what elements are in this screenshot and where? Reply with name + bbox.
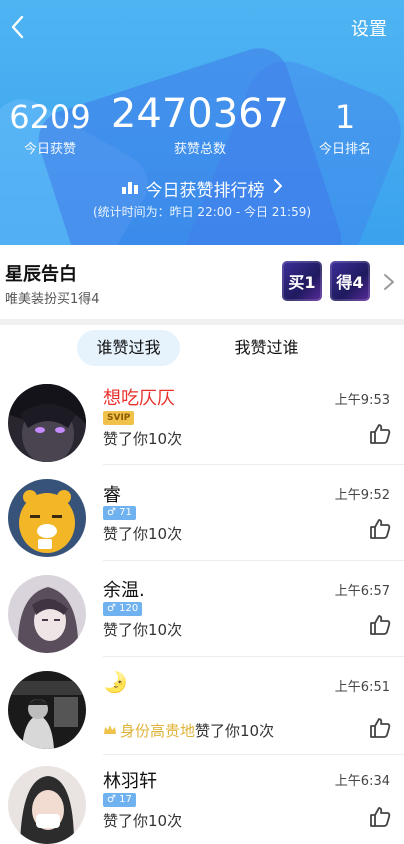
avatar (8, 479, 86, 557)
avatar (8, 384, 86, 462)
settings-button[interactable]: 设置 (351, 15, 387, 41)
tab-who-liked-me[interactable]: 谁赞过我 (77, 330, 180, 366)
gender-age-badge: ♂ 71 (103, 506, 136, 520)
user-name: 睿 (103, 485, 121, 506)
today-likes-label: 今日获赞 (23, 142, 76, 157)
today-likes-value: 6209 (9, 98, 91, 136)
avatar (8, 671, 86, 749)
promo-title: 星辰告白 (5, 264, 77, 285)
list-item[interactable]: 余温. 上午6:57 ♂ 120 赞了你10次 (0, 566, 404, 661)
svip-badge: SVIP (103, 411, 135, 425)
get-four-badge: 得4 (330, 261, 370, 301)
thumbs-up-icon[interactable] (368, 517, 392, 541)
stat-period-note: (统计时间为：昨日 22:00 - 今日 21:59) (92, 205, 312, 219)
total-likes-value: 2470367 (110, 91, 290, 137)
today-rank-label: 今日排名 (318, 142, 371, 157)
like-message-row: 身份高贵地 赞了你10次 (103, 720, 274, 741)
row-divider (103, 754, 404, 755)
like-message: 赞了你10次 (103, 812, 183, 830)
gender-age-badge: ♂ 17 (103, 793, 136, 807)
user-name: 余温. (103, 580, 145, 601)
row-divider (103, 560, 404, 561)
like-message: 赞了你10次 (195, 722, 275, 740)
list-item[interactable]: 🌛 上午6:51 身份高贵地 赞了你10次 (0, 662, 404, 757)
list-item[interactable]: 林羽轩 上午6:34 ♂ 17 赞了你10次 (0, 757, 404, 844)
stats-header: 设置 6209 今日获赞 2470367 获赞总数 1 今日排名 今日获赞排行榜… (0, 0, 404, 245)
like-time: 上午6:34 (334, 774, 390, 789)
crown-icon (103, 722, 117, 740)
avatar (8, 575, 86, 653)
chevron-right-icon (382, 273, 396, 291)
like-message: 赞了你10次 (103, 525, 183, 543)
section-divider (0, 319, 404, 325)
tab-who-i-liked[interactable]: 我赞过谁 (215, 330, 318, 366)
ranking-link[interactable]: 今日获赞排行榜 (0, 176, 404, 201)
buy-one-badge: 买1 (282, 261, 322, 301)
chevron-right-icon (273, 178, 283, 199)
thumbs-up-icon[interactable] (368, 422, 392, 446)
total-likes-label: 获赞总数 (173, 142, 226, 157)
row-divider (103, 656, 404, 657)
ranking-link-label: 今日获赞排行榜 (145, 181, 265, 201)
thumbs-up-icon[interactable] (368, 613, 392, 637)
list-item[interactable]: 想吃仄仄 上午9:53 SVIP 赞了你10次 (0, 375, 404, 470)
user-name: 想吃仄仄 (103, 388, 175, 409)
like-time: 上午9:53 (334, 393, 390, 408)
user-name: 🌛 (103, 670, 128, 694)
thumbs-up-icon[interactable] (368, 805, 392, 829)
thumbs-up-icon[interactable] (368, 716, 392, 740)
today-rank-value: 1 (334, 98, 356, 136)
promo-banner[interactable]: 星辰告白 唯美装扮买1得4 买1 得4 (0, 245, 404, 319)
like-time: 上午6:57 (334, 584, 390, 599)
back-icon[interactable] (6, 14, 32, 40)
user-name: 林羽轩 (103, 771, 157, 792)
promo-subtitle: 唯美装扮买1得4 (5, 292, 100, 307)
gender-age-badge: ♂ 120 (103, 602, 143, 616)
like-message: 赞了你10次 (103, 621, 183, 639)
list-item[interactable]: 睿 上午9:52 ♂ 71 赞了你10次 (0, 470, 404, 565)
bar-chart-icon (121, 179, 138, 199)
avatar (8, 766, 86, 844)
noble-prefix: 身份高贵地 (120, 722, 196, 740)
row-divider (103, 464, 404, 465)
like-time: 上午9:52 (334, 488, 390, 503)
like-message: 赞了你10次 (103, 430, 183, 448)
like-time: 上午6:51 (334, 680, 390, 695)
